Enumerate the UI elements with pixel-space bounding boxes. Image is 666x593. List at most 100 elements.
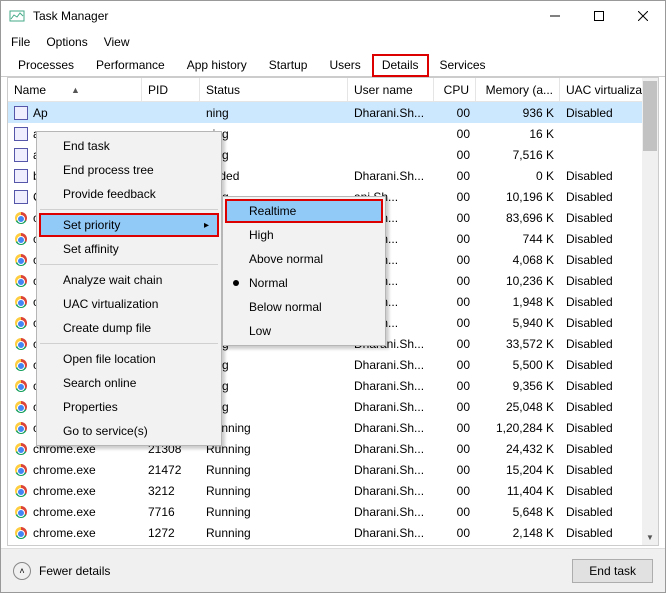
process-status: ning bbox=[200, 396, 348, 417]
menu-item[interactable]: Properties bbox=[39, 395, 219, 419]
process-cpu: 00 bbox=[434, 438, 476, 459]
process-icon bbox=[14, 526, 28, 540]
menu-item[interactable]: Below normal bbox=[225, 295, 383, 319]
footer: ˄ Fewer details End task bbox=[1, 548, 665, 592]
process-user bbox=[348, 144, 434, 165]
menu-view[interactable]: View bbox=[104, 35, 130, 49]
col-mem[interactable]: Memory (a... bbox=[476, 78, 560, 101]
close-button[interactable] bbox=[621, 1, 665, 31]
process-icon bbox=[14, 169, 28, 183]
menu-options[interactable]: Options bbox=[46, 35, 87, 49]
table-row[interactable]: chrome.exe3212RunningDharani.Sh...0011,4… bbox=[8, 480, 658, 501]
menu-item[interactable]: Normal bbox=[225, 271, 383, 295]
fewer-details-label: Fewer details bbox=[39, 564, 110, 578]
menu-item[interactable]: High bbox=[225, 223, 383, 247]
process-memory: 1,20,284 K bbox=[476, 417, 560, 438]
process-status: Running bbox=[200, 522, 348, 543]
process-name: chrome.exe bbox=[33, 505, 96, 519]
process-memory: 5,500 K bbox=[476, 354, 560, 375]
tab-details[interactable]: Details bbox=[372, 54, 429, 77]
menu-item[interactable]: End process tree bbox=[39, 158, 219, 182]
process-memory: 5,940 K bbox=[476, 312, 560, 333]
process-user: Dharani.Sh... bbox=[348, 459, 434, 480]
process-memory: 83,696 K bbox=[476, 207, 560, 228]
titlebar: Task Manager bbox=[1, 1, 665, 31]
process-icon bbox=[14, 442, 28, 456]
process-cpu: 00 bbox=[434, 228, 476, 249]
process-pid: 3212 bbox=[142, 480, 200, 501]
menu-file[interactable]: File bbox=[11, 35, 30, 49]
col-status[interactable]: Status bbox=[200, 78, 348, 101]
menu-item-label: Below normal bbox=[249, 300, 322, 314]
menu-item[interactable]: End task bbox=[39, 134, 219, 158]
tab-services[interactable]: Services bbox=[429, 53, 497, 76]
process-memory: 0 K bbox=[476, 165, 560, 186]
scrollbar[interactable]: ▲ ▼ bbox=[642, 78, 658, 545]
process-user: Dharani.Sh... bbox=[348, 417, 434, 438]
process-user: Dharani.Sh... bbox=[348, 438, 434, 459]
process-cpu: 00 bbox=[434, 375, 476, 396]
process-status: ning bbox=[200, 102, 348, 123]
tab-performance[interactable]: Performance bbox=[85, 53, 176, 76]
process-memory: 33,572 K bbox=[476, 333, 560, 354]
table-row[interactable]: chrome.exe21472RunningDharani.Sh...0015,… bbox=[8, 459, 658, 480]
process-user: Dharani.Sh... bbox=[348, 354, 434, 375]
menu-item[interactable]: Analyze wait chain bbox=[39, 268, 219, 292]
minimize-button[interactable] bbox=[533, 1, 577, 31]
fewer-details-button[interactable]: ˄ Fewer details bbox=[13, 562, 110, 580]
context-menu[interactable]: End taskEnd process treeProvide feedback… bbox=[36, 131, 222, 446]
menu-item[interactable]: Set priority bbox=[39, 213, 219, 237]
sort-asc-icon: ▲ bbox=[71, 85, 80, 95]
process-status: ning bbox=[200, 375, 348, 396]
menu-item[interactable]: Set affinity bbox=[39, 237, 219, 261]
table-row[interactable]: conhost.exe3532Running00492 K bbox=[8, 543, 658, 545]
tab-users[interactable]: Users bbox=[318, 53, 371, 76]
col-user[interactable]: User name bbox=[348, 78, 434, 101]
col-cpu[interactable]: CPU bbox=[434, 78, 476, 101]
col-name[interactable]: Name▲ bbox=[8, 78, 142, 101]
maximize-button[interactable] bbox=[577, 1, 621, 31]
process-icon bbox=[14, 274, 28, 288]
process-memory: 10,196 K bbox=[476, 186, 560, 207]
process-memory: 744 K bbox=[476, 228, 560, 249]
process-status: ning bbox=[200, 123, 348, 144]
menu-item[interactable]: Open file location bbox=[39, 347, 219, 371]
process-cpu: 00 bbox=[434, 396, 476, 417]
menu-item[interactable]: Provide feedback bbox=[39, 182, 219, 206]
process-pid bbox=[142, 102, 200, 123]
tab-processes[interactable]: Processes bbox=[7, 53, 85, 76]
menu-item[interactable]: Low bbox=[225, 319, 383, 343]
process-memory: 16 K bbox=[476, 123, 560, 144]
table-row[interactable]: ApningDharani.Sh...00936 KDisabled bbox=[8, 102, 658, 123]
process-status: Running bbox=[200, 438, 348, 459]
chevron-up-icon: ˄ bbox=[13, 562, 31, 580]
process-status: Running bbox=[200, 501, 348, 522]
menu-item[interactable]: Go to service(s) bbox=[39, 419, 219, 443]
menu-item[interactable]: Create dump file bbox=[39, 316, 219, 340]
scroll-down-icon[interactable]: ▼ bbox=[642, 529, 658, 545]
process-cpu: 00 bbox=[434, 123, 476, 144]
radio-dot-icon bbox=[233, 280, 239, 286]
col-pid[interactable]: PID bbox=[142, 78, 200, 101]
scroll-thumb[interactable] bbox=[643, 81, 657, 151]
menu-item[interactable]: UAC virtualization bbox=[39, 292, 219, 316]
menu-item[interactable]: Search online bbox=[39, 371, 219, 395]
table-row[interactable]: chrome.exe7716RunningDharani.Sh...005,64… bbox=[8, 501, 658, 522]
process-icon bbox=[14, 232, 28, 246]
priority-submenu[interactable]: Realtime High Above normalNormal Below norm… bbox=[222, 196, 386, 346]
process-memory: 7,516 K bbox=[476, 144, 560, 165]
process-status: ended bbox=[200, 165, 348, 186]
process-cpu: 00 bbox=[434, 291, 476, 312]
process-cpu: 00 bbox=[434, 522, 476, 543]
process-status: Running bbox=[200, 480, 348, 501]
menu-item-label: High bbox=[249, 228, 274, 242]
tab-app-history[interactable]: App history bbox=[176, 53, 258, 76]
tab-startup[interactable]: Startup bbox=[258, 53, 319, 76]
table-row[interactable]: chrome.exe1272RunningDharani.Sh...002,14… bbox=[8, 522, 658, 543]
menu-item[interactable]: Above normal bbox=[225, 247, 383, 271]
process-icon bbox=[14, 358, 28, 372]
menu-item[interactable]: Realtime bbox=[225, 199, 383, 223]
process-cpu: 00 bbox=[434, 270, 476, 291]
end-task-button[interactable]: End task bbox=[572, 559, 653, 583]
process-status: ning bbox=[200, 144, 348, 165]
